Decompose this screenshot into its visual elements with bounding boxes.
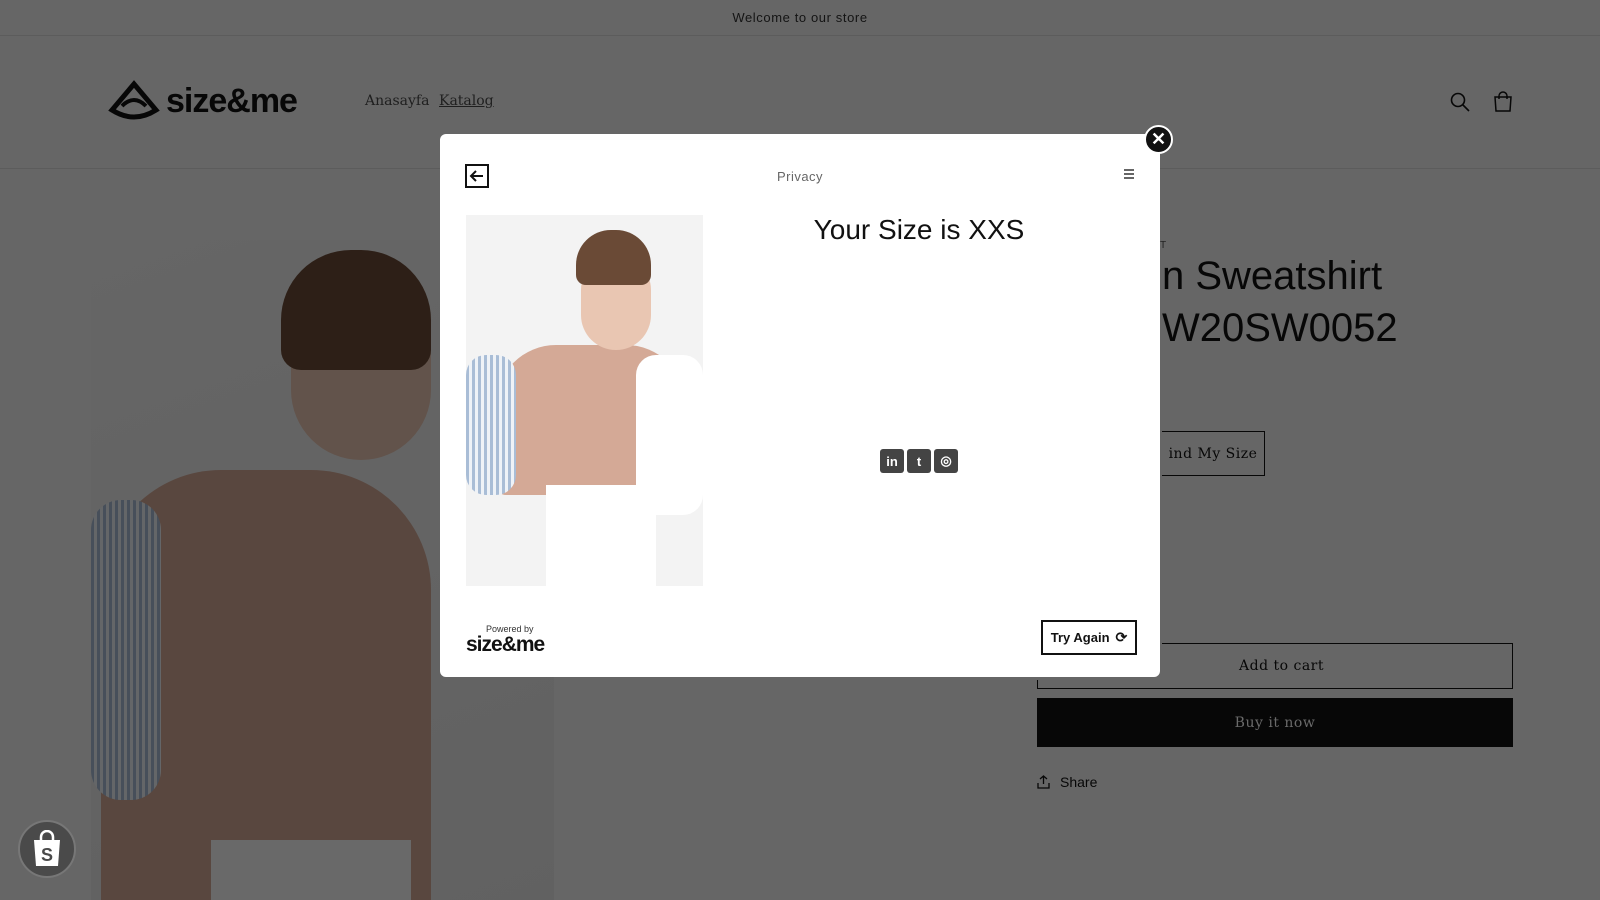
linkedin-icon[interactable]: in [880,449,904,473]
shopify-bag-icon: S [34,830,60,866]
try-again-label: Try Again [1050,630,1110,645]
add-to-cart-label: Add to cart [1239,658,1324,674]
find-my-size-button[interactable]: ind My Size [1162,431,1265,476]
try-again-button[interactable]: Try Again ⟳ [1041,620,1137,655]
store-logo[interactable]: size&me [108,80,298,122]
product-title-line2: W20SW0052 [1162,306,1398,350]
add-to-cart-button-edge[interactable] [1037,680,1513,689]
product-photo [466,215,703,586]
refresh-icon: ⟳ [1115,629,1128,645]
cart-icon[interactable] [1492,91,1514,113]
shopify-chat-button[interactable]: S [18,820,76,878]
share-icon [1037,775,1050,789]
buy-now-button[interactable]: Buy it now [1037,698,1513,747]
instagram-icon[interactable]: ◎ [934,449,958,473]
announcement-bar: Welcome to our store [0,0,1600,36]
nav-katalog[interactable]: Katalog [439,93,494,109]
svg-text:S: S [41,845,53,865]
size-result-title: Your Size is XXS [813,214,1025,245]
buy-now-label: Buy it now [1234,714,1316,731]
product-title-line1: n Sweatshirt [1162,254,1383,298]
social-links: in t ◎ [880,449,958,473]
logo-text: size&me [166,81,298,120]
powered-by-logo: size&me [466,633,545,656]
share-button[interactable]: Share [1037,774,1097,790]
add-to-cart-button[interactable]: Add to cart [1162,643,1513,680]
twitter-icon[interactable]: t [907,449,931,473]
powered-by[interactable]: Powered by size&me [466,624,545,656]
privacy-link[interactable]: Privacy [777,169,823,184]
menu-icon[interactable] [1123,168,1135,180]
nav-anasayfa[interactable]: Anasayfa [365,93,429,109]
find-my-size-label: ind My Size [1168,445,1258,462]
share-label: Share [1060,774,1098,790]
announcement-text: Welcome to our store [732,10,868,25]
close-icon: ✕ [1150,129,1167,149]
logo-icon [108,80,160,120]
close-modal-button[interactable]: ✕ [1144,125,1173,154]
product-vendor: T [1160,240,1167,251]
search-icon[interactable] [1450,92,1470,112]
size-result-modal: Privacy Your Size is XXS in t ◎ Powered … [440,134,1160,677]
